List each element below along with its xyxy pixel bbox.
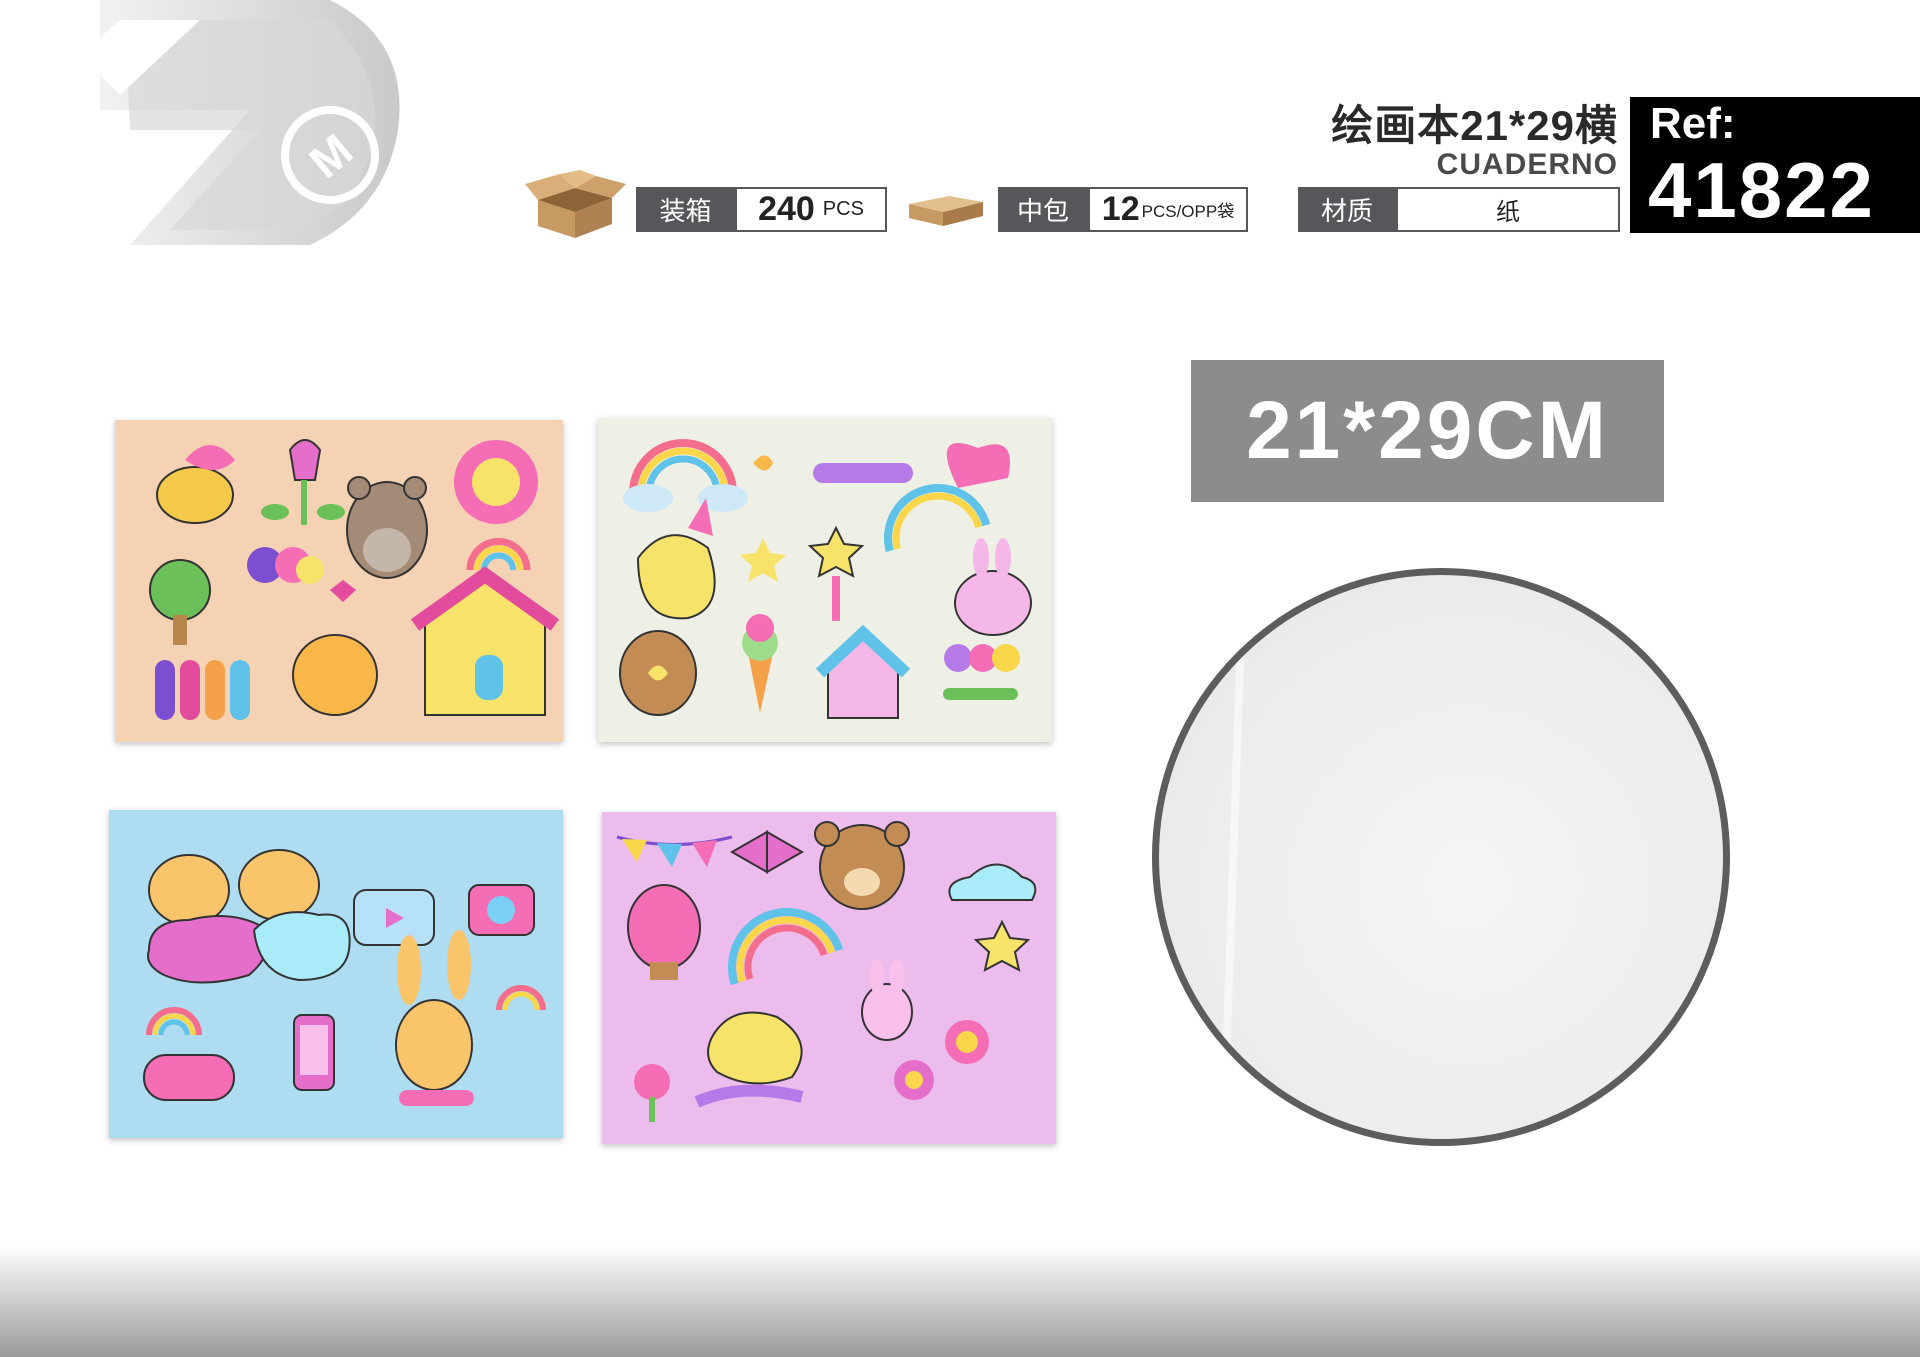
carton-unit: PCS xyxy=(822,198,864,220)
carton-qty: 240 xyxy=(758,190,815,228)
blank-page-detail xyxy=(1152,568,1730,1146)
product-title-spanish: CUADERNO xyxy=(1436,148,1618,181)
sticker-sheet-1 xyxy=(115,420,563,742)
size-label: 21*29CM xyxy=(1191,360,1664,502)
carton-label: 装箱 xyxy=(636,187,735,232)
ref-label: Ref: xyxy=(1650,99,1736,148)
sticker-sheet-2 xyxy=(598,418,1052,742)
bottom-fade xyxy=(0,1245,1920,1357)
sticker-sheet-3 xyxy=(109,810,563,1138)
sticker-sheet-4 xyxy=(602,812,1056,1144)
inner-unit: PCS/OPP袋 xyxy=(1141,202,1235,221)
carton-box-icon xyxy=(525,170,626,238)
product-title-chinese: 绘画本21*29横 xyxy=(1331,102,1618,149)
carton-quantity-field: 240 PCS xyxy=(735,187,887,232)
reference-box: Ref: 41822 xyxy=(1630,97,1920,234)
material-label: 材质 xyxy=(1298,187,1396,232)
inner-qty: 12 xyxy=(1101,190,1140,228)
material-value: 纸 xyxy=(1396,187,1620,232)
inner-pack-quantity-field: 12 PCS/OPP袋 xyxy=(1088,187,1248,232)
tray-box-icon xyxy=(909,196,983,226)
brand-logo-icon: M xyxy=(0,0,400,245)
inner-pack-label: 中包 xyxy=(998,187,1088,232)
ref-number: 41822 xyxy=(1648,146,1875,234)
